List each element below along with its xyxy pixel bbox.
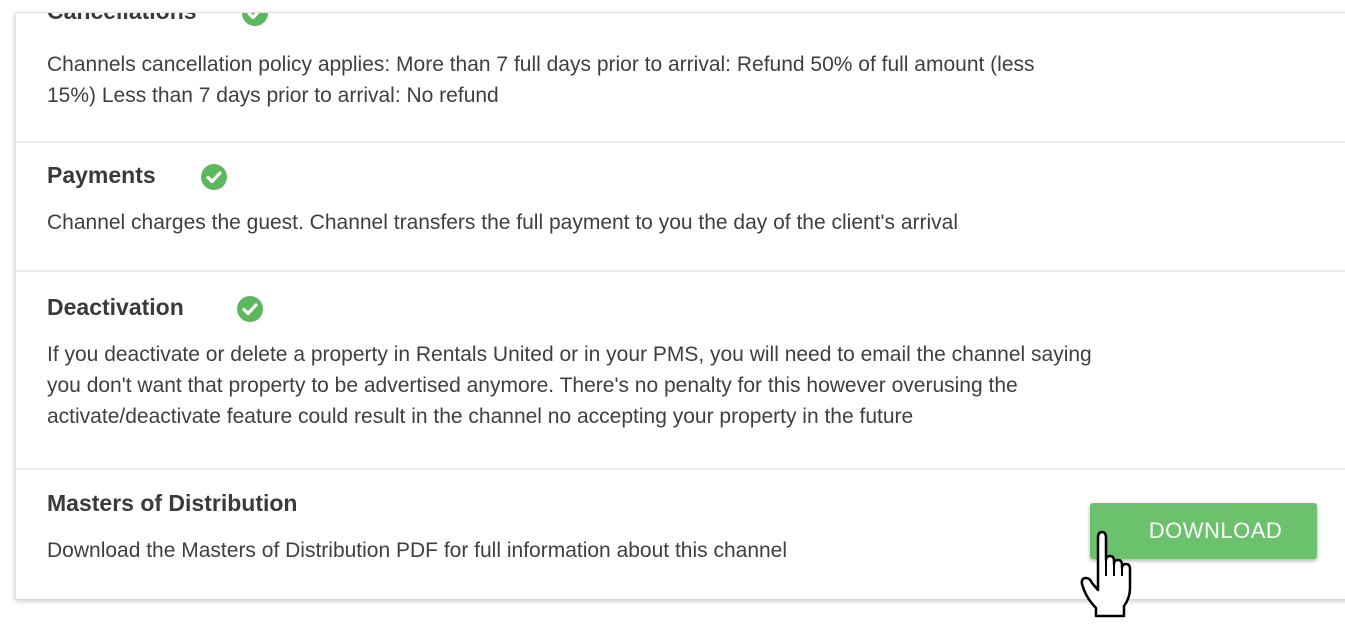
masters-heading: Masters of Distribution — [47, 490, 298, 516]
section-divider — [16, 270, 1345, 272]
payments-text: Channel charges the guest. Channel trans… — [47, 211, 959, 234]
cancellations-text: Channels cancellation policy applies: Mo… — [47, 53, 1035, 107]
check-circle-icon — [201, 164, 227, 190]
deactivation-heading: Deactivation — [47, 294, 184, 320]
deactivation-text: If you deactivate or delete a property i… — [47, 343, 1092, 428]
hand-pointer-icon — [1080, 530, 1150, 620]
payments-heading: Payments — [47, 162, 156, 188]
section-divider — [16, 468, 1345, 470]
cancellations-heading: Cancellations — [47, 13, 197, 25]
check-circle-icon — [237, 296, 263, 322]
masters-text: Download the Masters of Distribution PDF… — [47, 539, 788, 562]
section-divider — [16, 141, 1345, 143]
check-circle-icon — [242, 13, 268, 26]
